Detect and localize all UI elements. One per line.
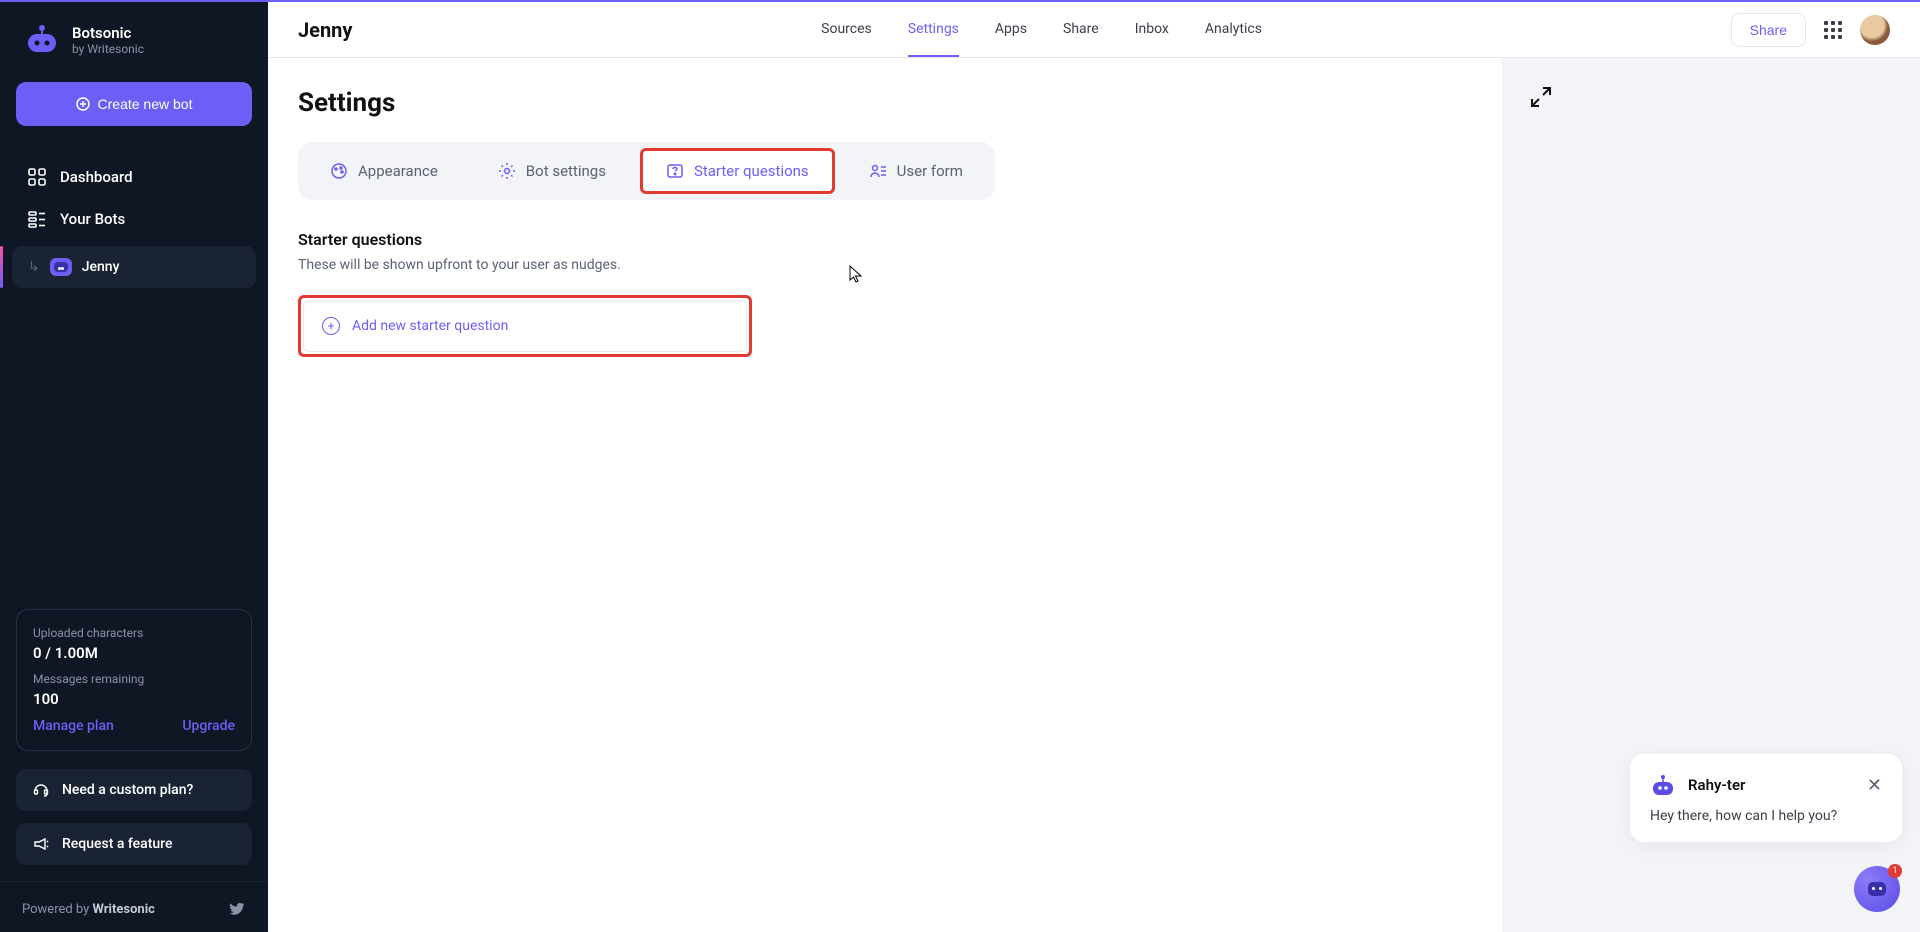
apps-grid-icon[interactable]: [1824, 21, 1842, 39]
logo-title: Botsonic: [72, 24, 144, 42]
logo-subtitle: by Writesonic: [72, 42, 144, 56]
headset-icon: [32, 781, 50, 799]
topnav-sources[interactable]: Sources: [821, 3, 872, 57]
section-subtitle: These will be shown upfront to your user…: [298, 257, 1472, 273]
plus-circle-icon: +: [322, 317, 340, 335]
bot-name-label: Jenny: [82, 259, 120, 275]
user-avatar[interactable]: [1860, 15, 1890, 45]
create-new-bot-button[interactable]: Create new bot: [16, 82, 252, 126]
sidebar: Botsonic by Writesonic Create new bot Da…: [0, 2, 268, 932]
tab-appearance[interactable]: Appearance: [304, 148, 464, 194]
powered-brand: Writesonic: [93, 902, 155, 917]
logo-area: Botsonic by Writesonic: [0, 2, 268, 70]
upgrade-link[interactable]: Upgrade: [182, 718, 235, 734]
tab-bot-settings[interactable]: Bot settings: [472, 148, 632, 194]
request-feature-button[interactable]: Request a feature: [16, 823, 252, 865]
tab-label: Bot settings: [526, 162, 606, 180]
topnav-apps[interactable]: Apps: [995, 3, 1027, 57]
chat-greeting-popup: Rahy-ter ✕ Hey there, how can I help you…: [1630, 754, 1902, 842]
chat-greeting-message: Hey there, how can I help you?: [1650, 808, 1882, 824]
tab-label: User form: [897, 162, 963, 180]
bot-avatar-icon: [50, 258, 72, 276]
dashboard-icon: [28, 168, 46, 186]
powered-prefix: Powered by: [22, 902, 93, 917]
reply-arrow-icon: ↳: [28, 259, 40, 275]
sidebar-item-your-bots[interactable]: Your Bots: [0, 198, 268, 240]
tab-user-form[interactable]: User form: [843, 148, 989, 194]
palette-icon: [330, 162, 348, 180]
chat-launcher-button[interactable]: 1: [1854, 866, 1900, 912]
uploaded-chars-value: 0 / 1.00M: [33, 644, 235, 662]
plus-icon: [76, 97, 90, 111]
add-starter-question-button[interactable]: + Add new starter question: [303, 300, 747, 352]
topbar-nav: Sources Settings Apps Share Inbox Analyt…: [821, 3, 1262, 57]
manage-plan-link[interactable]: Manage plan: [33, 718, 114, 734]
custom-plan-label: Need a custom plan?: [62, 782, 193, 798]
topnav-analytics[interactable]: Analytics: [1205, 3, 1262, 57]
add-starter-question-label: Add new starter question: [352, 318, 508, 334]
topnav-settings[interactable]: Settings: [908, 3, 959, 57]
tab-label: Appearance: [358, 162, 438, 180]
topnav-inbox[interactable]: Inbox: [1135, 3, 1169, 57]
expand-icon[interactable]: [1530, 86, 1552, 108]
bots-icon: [28, 210, 46, 228]
question-card-icon: [666, 162, 684, 180]
user-form-icon: [869, 162, 887, 180]
tab-label: Starter questions: [694, 162, 809, 180]
chat-bot-avatar-icon: [1650, 772, 1676, 798]
gear-icon: [498, 162, 516, 180]
uploaded-chars-label: Uploaded characters: [33, 626, 235, 640]
create-new-bot-label: Create new bot: [98, 96, 193, 112]
share-button[interactable]: Share: [1731, 13, 1806, 47]
topbar: Jenny Sources Settings Apps Share Inbox …: [268, 2, 1920, 58]
chat-badge: 1: [1888, 864, 1902, 878]
add-starter-question-highlight: + Add new starter question: [298, 295, 752, 357]
twitter-icon[interactable]: [228, 900, 246, 918]
close-icon[interactable]: ✕: [1867, 775, 1882, 796]
megaphone-icon: [32, 835, 50, 853]
custom-plan-button[interactable]: Need a custom plan?: [16, 769, 252, 811]
main: Jenny Sources Settings Apps Share Inbox …: [268, 2, 1920, 932]
sidebar-bot-jenny[interactable]: ↳ Jenny: [12, 246, 256, 288]
content-area: Settings Appearance Bot settings: [268, 58, 1502, 932]
chat-bot-name: Rahy-ter: [1688, 776, 1745, 794]
usage-card: Uploaded characters 0 / 1.00M Messages r…: [16, 609, 252, 751]
settings-tabs: Appearance Bot settings Starter question…: [298, 142, 995, 200]
sidebar-nav: Dashboard Your Bots ↳ Jenny: [0, 138, 268, 306]
messages-remaining-label: Messages remaining: [33, 672, 235, 686]
tab-starter-questions[interactable]: Starter questions: [640, 148, 835, 194]
messages-remaining-value: 100: [33, 690, 235, 708]
section-title: Starter questions: [298, 230, 1472, 249]
page-heading: Settings: [298, 88, 1472, 118]
botsonic-logo-icon: [24, 22, 60, 58]
sidebar-item-label: Dashboard: [60, 168, 133, 186]
sidebar-item-dashboard[interactable]: Dashboard: [0, 156, 268, 198]
topnav-share[interactable]: Share: [1063, 3, 1099, 57]
powered-by: Powered by Writesonic: [0, 881, 268, 932]
request-feature-label: Request a feature: [62, 836, 172, 852]
page-bot-title: Jenny: [298, 18, 352, 42]
sidebar-item-label: Your Bots: [60, 210, 125, 228]
bot-face-icon: [1868, 882, 1886, 896]
preview-panel: Rahy-ter ✕ Hey there, how can I help you…: [1502, 58, 1920, 932]
